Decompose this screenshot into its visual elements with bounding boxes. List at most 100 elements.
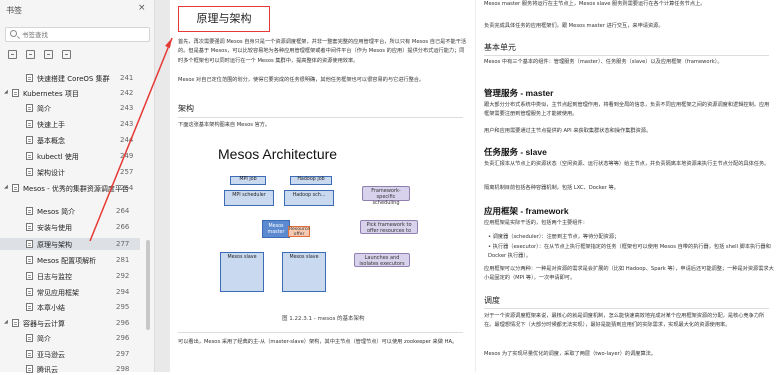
expand-arrow-icon[interactable]: ◢ [4, 89, 8, 95]
bookmark-item[interactable]: 快速搭建 CoreOS 集群 [0, 72, 140, 84]
callout-pick-framework: Pick framework to offer resources to [360, 220, 418, 234]
bullet-scheduler: • 调度器（scheduler）：注册到主节点，等待分配资源； [488, 234, 620, 240]
mpi-job-box: MPI job [230, 176, 266, 185]
bookmark-label: 基本概念 [37, 137, 65, 145]
bookmark-label: Mesos 配置项解析 [37, 257, 97, 265]
divider [484, 55, 769, 56]
expand-arrow-icon[interactable]: ◢ [4, 319, 8, 325]
slave-heading: 任务服务 - slave [484, 147, 547, 157]
bookmark-page-number: 292 [116, 272, 130, 280]
bookmark-label: 架构设计 [37, 169, 65, 177]
scheduling-heading: 调度 [484, 296, 500, 305]
scheduling-text: 对于一个资源调度框架来说，最核心的就是调度机制，怎么能快速高效地完成对某个应用框… [484, 313, 765, 329]
bookmark-page-number: 243 [120, 104, 134, 112]
expand-bookmarks-icon[interactable] [44, 50, 53, 59]
bookmark-label: 腾讯云 [37, 366, 58, 374]
hadoop-scheduler-box: Hadoop sch... [284, 190, 334, 206]
bookmark-page-number: 277 [116, 240, 130, 248]
bookmark-icon [26, 288, 33, 296]
bookmark-icon [26, 207, 33, 215]
bookmark-item[interactable]: 腾讯云 298 [0, 363, 140, 375]
bookmark-label: Mesos - 优秀的集群资源调度平台 [23, 185, 129, 193]
bookmark-label: 容器与云计算 [23, 320, 65, 328]
bookmark-item[interactable]: 日志与监控 292 [0, 270, 140, 282]
callout-launch-executors: Launches and isolates executors [354, 253, 410, 267]
bookmark-icon [26, 136, 33, 144]
slave-text-2: 隔离机制目前包括各种容器机制，包括 LXC、Docker 等。 [484, 185, 619, 191]
basic-units-text: Mesos 中有三个基本的组件：管理服务（master）、任务服务（slave）… [484, 59, 723, 65]
bookmark-icon [26, 104, 33, 112]
bookmark-sidebar: 书签 × 快速搭建 CoreOS 集群◢Kubernetes 项目简介快速上手基… [0, 0, 155, 375]
bookmark-item[interactable]: Mesos 配置项解析 281 [0, 254, 140, 266]
bookmark-icon [26, 240, 33, 248]
bookmark-item[interactable]: 原理与架构 277 [0, 238, 140, 250]
master-slave-intro: Mesos master 服务将运行在主节点上，Mesos slave 服务则需… [484, 1, 706, 7]
bookmark-icon [12, 184, 19, 192]
bookmark-page-number: 257 [120, 168, 134, 176]
mesos-slave-1: Mesos slave [220, 252, 264, 292]
callout-framework-scheduling: Framework-specific scheduling [362, 186, 410, 206]
framework-text: 应用框架是实际干活的，包括两个主要组件： [484, 220, 588, 226]
bookmark-item[interactable]: 架构设计 [0, 166, 140, 178]
bookmark-icon [26, 168, 33, 176]
bookmark-label: 常见应用框架 [37, 289, 79, 297]
bookmark-item[interactable]: 亚马逊云 297 [0, 348, 140, 360]
bookmark-icon [12, 319, 19, 327]
close-icon[interactable]: × [138, 3, 146, 13]
bookmark-icon [26, 334, 33, 342]
add-bookmark-icon[interactable] [8, 50, 17, 59]
bookmark-page-number: 244 [120, 136, 134, 144]
bookmark-label: 简介 [37, 335, 51, 343]
framework-heading: 应用框架 - framework [484, 206, 569, 216]
bookmark-search-input[interactable] [22, 29, 142, 40]
search-icon [10, 30, 17, 37]
bookmark-page-number: 294 [116, 288, 130, 296]
framework-interaction: 负责完成具体任务的应用框架们，跟 Mesos master 进行交互，来申请资源… [484, 23, 664, 29]
bookmark-search[interactable] [5, 27, 150, 42]
intro-paragraph: 首先，再次需要强调 Mesos 自身只是一个资源调度框架，并非一整套完整的应用管… [178, 39, 467, 64]
sidebar-scrollbar[interactable] [146, 240, 150, 330]
bookmark-icon [26, 303, 33, 311]
sidebar-toolbar [8, 50, 71, 62]
bookmark-item[interactable]: 本章小结 295 [0, 301, 140, 313]
bookmark-item[interactable]: 简介 [0, 102, 140, 114]
bookmark-item[interactable]: 简介 296 [0, 332, 140, 344]
bookmark-icon [26, 152, 33, 160]
bookmark-item[interactable]: ◢ 容器与云计算 296 [0, 317, 140, 329]
bookmark-page-number: 266 [116, 223, 130, 231]
bookmark-item[interactable]: 常见应用框架 294 [0, 286, 140, 298]
bookmark-item[interactable]: kubectl 使用 [0, 150, 140, 162]
bookmark-item[interactable]: ◢ Mesos - 优秀的集群资源调度平台 [0, 182, 140, 194]
bookmark-icon [26, 256, 33, 264]
bookmark-label: 快速上手 [37, 121, 65, 129]
bullet-executor: • 执行器（executor）：在从节点上执行框架指定的任务（框架也可以使用 M… [488, 244, 771, 260]
bookmark-icon [26, 74, 33, 82]
bookmark-item[interactable]: 基本概念 [0, 134, 140, 146]
bookmark-label: kubectl 使用 [37, 153, 79, 161]
collapse-bookmarks-icon[interactable] [62, 50, 71, 59]
basic-units-heading: 基本单元 [484, 43, 516, 52]
bookmark-page-number: 297 [116, 350, 130, 358]
bookmark-page-number: 243 [120, 120, 134, 128]
mesos-slave-2: Mesos slave [282, 252, 326, 292]
bookmark-item[interactable]: 快速上手 [0, 118, 140, 130]
bookmark-item[interactable]: 安装与使用 266 [0, 221, 140, 233]
add-sub-bookmark-icon[interactable] [26, 50, 35, 59]
bookmark-page-number: 242 [120, 89, 134, 97]
master-text-2: 用户和应用需要通过主节点提供的 API 来获取集群状态和操作集群资源。 [484, 128, 652, 134]
page-heading: 原理与架构 [178, 6, 270, 32]
mesos-master-box: Mesos master [262, 220, 290, 238]
bookmark-label: 日志与监控 [37, 273, 72, 281]
bookmark-icon [26, 223, 33, 231]
bookmark-label: 简介 [37, 105, 51, 113]
bookmark-page-number: 241 [120, 74, 134, 82]
bookmark-icon [26, 272, 33, 280]
bookmark-page-number: 264 [116, 207, 130, 215]
hadoop-job-box: Hadoop job [290, 176, 332, 185]
bookmark-label: 原理与架构 [37, 241, 72, 249]
expand-arrow-icon[interactable]: ◢ [4, 184, 8, 190]
bookmark-item[interactable]: Mesos 简介 264 [0, 205, 140, 217]
bookmark-item[interactable]: ◢ Kubernetes 项目 [0, 87, 140, 99]
bookmark-label: Kubernetes 项目 [23, 90, 79, 98]
bookmark-label: 本章小结 [37, 304, 65, 312]
